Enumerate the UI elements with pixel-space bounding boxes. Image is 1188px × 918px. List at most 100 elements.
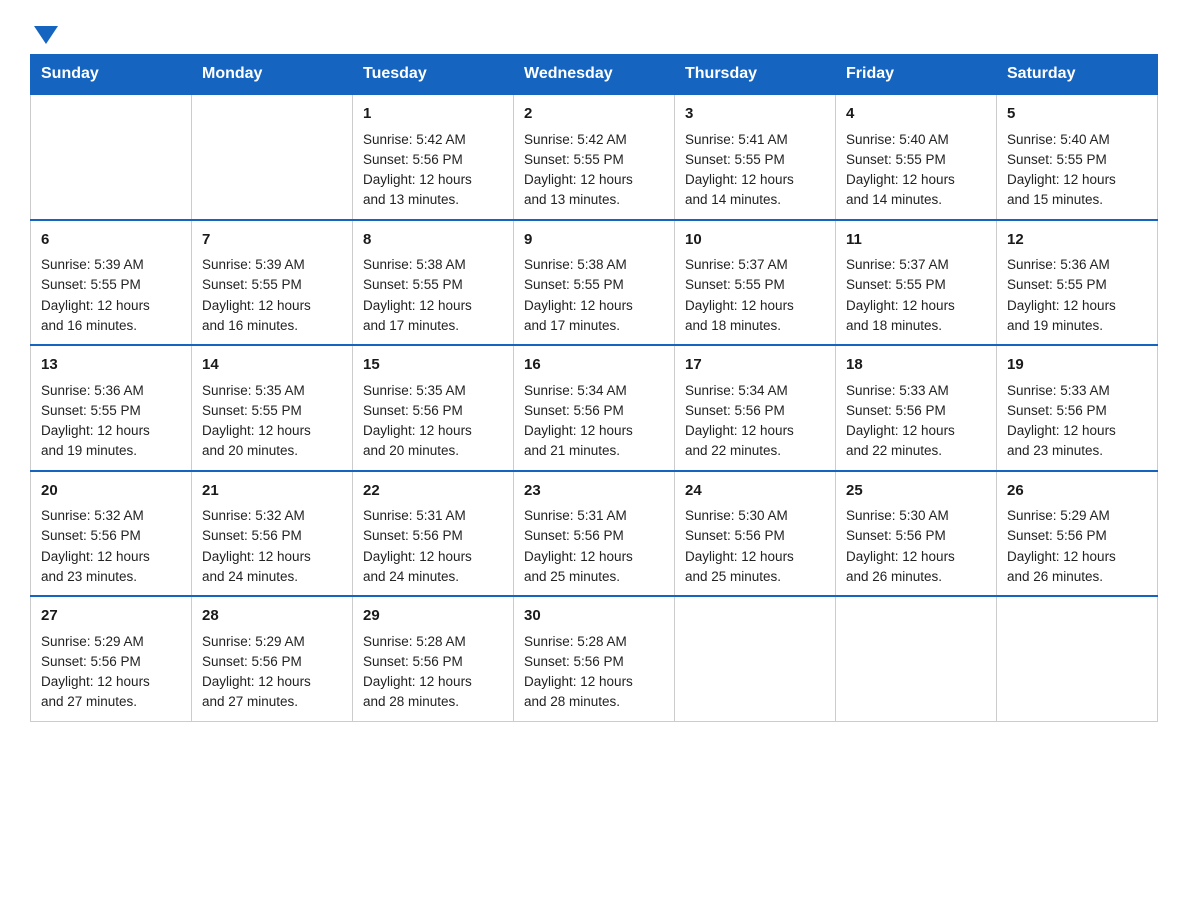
calendar-cell: 3 Sunrise: 5:41 AM Sunset: 5:55 PM Daylig… — [675, 94, 836, 220]
day-info: Sunrise: 5:34 AM Sunset: 5:56 PM Dayligh… — [524, 381, 664, 462]
logo — [30, 20, 58, 44]
page-header — [30, 20, 1158, 44]
day-info: Sunrise: 5:34 AM Sunset: 5:56 PM Dayligh… — [685, 381, 825, 462]
calendar-cell: 4 Sunrise: 5:40 AM Sunset: 5:55 PM Daylig… — [836, 94, 997, 220]
column-header-thursday: Thursday — [675, 55, 836, 95]
calendar-cell: 7 Sunrise: 5:39 AM Sunset: 5:55 PM Daylig… — [192, 220, 353, 346]
calendar-cell: 14 Sunrise: 5:35 AM Sunset: 5:55 PM Dayli… — [192, 345, 353, 471]
day-number: 1 — [363, 103, 503, 126]
day-number: 23 — [524, 480, 664, 503]
calendar-cell: 6Sunrise: 5:39 AM Sunset: 5:55 PM Daylig… — [31, 220, 192, 346]
calendar-cell — [836, 596, 997, 721]
day-number: 29 — [363, 605, 503, 628]
day-info: Sunrise: 5:31 AM Sunset: 5:56 PM Dayligh… — [363, 506, 503, 587]
day-number: 15 — [363, 354, 503, 377]
calendar-cell: 19 Sunrise: 5:33 AM Sunset: 5:56 PM Dayli… — [997, 345, 1158, 471]
day-info: Sunrise: 5:40 AM Sunset: 5:55 PM Dayligh… — [846, 130, 986, 211]
week-row-2: 6 Sunrise: 5:39 AM Sunset: 5:55 PM Daylig… — [31, 220, 1158, 346]
calendar-cell — [31, 94, 192, 220]
day-info: Sunrise: 5:39 AM Sunset: 5:55 PM Dayligh… — [202, 255, 342, 336]
day-info: Sunrise: 5:41 AM Sunset: 5:55 PM Dayligh… — [685, 130, 825, 211]
column-header-wednesday: Wednesday — [514, 55, 675, 95]
day-info: Sunrise: 5:35 AM Sunset: 5:56 PM Dayligh… — [363, 381, 503, 462]
day-info: Sunrise: 5:33 AM Sunset: 5:56 PM Dayligh… — [1007, 381, 1147, 462]
calendar-table: SundayMondayTuesdayWednesdayThursdayFrid… — [30, 54, 1158, 722]
day-number: 21 — [202, 480, 342, 503]
column-header-friday: Friday — [836, 55, 997, 95]
week-row-5: 27Sunrise: 5:29 AM Sunset: 5:56 PM Dayli… — [31, 596, 1158, 721]
column-header-sunday: Sunday — [31, 55, 192, 95]
calendar-cell: 24 Sunrise: 5:30 AM Sunset: 5:56 PM Dayli… — [675, 471, 836, 597]
day-number: 25 — [846, 480, 986, 503]
calendar-cell: 13 Sunrise: 5:36 AM Sunset: 5:55 PM Dayli… — [31, 345, 192, 471]
day-info: Sunrise: 5:31 AM Sunset: 5:56 PM Dayligh… — [524, 506, 664, 587]
day-info: Sunrise: 5:29 AM Sunset: 5:56 PM Dayligh… — [1007, 506, 1147, 587]
calendar-cell: 18 Sunrise: 5:33 AM Sunset: 5:56 PM Dayli… — [836, 345, 997, 471]
day-number: 11 — [846, 229, 986, 252]
day-info: Sunrise: 5:42 AM Sunset: 5:56 PM Dayligh… — [363, 130, 503, 211]
calendar-header-row: SundayMondayTuesdayWednesdayThursdayFrid… — [31, 55, 1158, 95]
day-number: 6 — [41, 229, 181, 252]
day-info: Sunrise: 5:28 AM Sunset: 5:56 PM Dayligh… — [524, 632, 664, 713]
day-info: Sunrise: 5:36 AM Sunset: 5:55 PM Dayligh… — [1007, 255, 1147, 336]
day-info: Sunrise: 5:32 AM Sunset: 5:56 PM Dayligh… — [41, 506, 181, 587]
day-number: 5 — [1007, 103, 1147, 126]
calendar-cell: 2 Sunrise: 5:42 AM Sunset: 5:55 PM Daylig… — [514, 94, 675, 220]
day-info: Sunrise: 5:35 AM Sunset: 5:55 PM Dayligh… — [202, 381, 342, 462]
calendar-cell: 30 Sunrise: 5:28 AM Sunset: 5:56 PM Dayli… — [514, 596, 675, 721]
column-header-monday: Monday — [192, 55, 353, 95]
day-number: 2 — [524, 103, 664, 126]
calendar-cell: 21Sunrise: 5:32 AM Sunset: 5:56 PM Dayli… — [192, 471, 353, 597]
day-number: 26 — [1007, 480, 1147, 503]
day-number: 20 — [41, 480, 181, 503]
day-number: 18 — [846, 354, 986, 377]
column-header-saturday: Saturday — [997, 55, 1158, 95]
calendar-cell: 5 Sunrise: 5:40 AM Sunset: 5:55 PM Daylig… — [997, 94, 1158, 220]
calendar-cell: 11 Sunrise: 5:37 AM Sunset: 5:55 PM Dayli… — [836, 220, 997, 346]
calendar-cell — [192, 94, 353, 220]
calendar-cell: 15 Sunrise: 5:35 AM Sunset: 5:56 PM Dayli… — [353, 345, 514, 471]
calendar-cell: 23 Sunrise: 5:31 AM Sunset: 5:56 PM Dayli… — [514, 471, 675, 597]
day-number: 16 — [524, 354, 664, 377]
calendar-cell — [997, 596, 1158, 721]
day-number: 28 — [202, 605, 342, 628]
day-number: 24 — [685, 480, 825, 503]
calendar-cell: 9Sunrise: 5:38 AM Sunset: 5:55 PM Daylig… — [514, 220, 675, 346]
calendar-cell: 12Sunrise: 5:36 AM Sunset: 5:55 PM Dayli… — [997, 220, 1158, 346]
day-number: 10 — [685, 229, 825, 252]
day-info: Sunrise: 5:38 AM Sunset: 5:55 PM Dayligh… — [363, 255, 503, 336]
calendar-cell: 29 Sunrise: 5:28 AM Sunset: 5:56 PM Dayli… — [353, 596, 514, 721]
calendar-cell: 10Sunrise: 5:37 AM Sunset: 5:55 PM Dayli… — [675, 220, 836, 346]
day-number: 7 — [202, 229, 342, 252]
day-info: Sunrise: 5:29 AM Sunset: 5:56 PM Dayligh… — [202, 632, 342, 713]
day-number: 14 — [202, 354, 342, 377]
day-info: Sunrise: 5:33 AM Sunset: 5:56 PM Dayligh… — [846, 381, 986, 462]
logo-arrow-icon — [34, 26, 58, 44]
week-row-1: 1 Sunrise: 5:42 AM Sunset: 5:56 PM Daylig… — [31, 94, 1158, 220]
day-info: Sunrise: 5:36 AM Sunset: 5:55 PM Dayligh… — [41, 381, 181, 462]
calendar-cell: 8 Sunrise: 5:38 AM Sunset: 5:55 PM Daylig… — [353, 220, 514, 346]
day-number: 3 — [685, 103, 825, 126]
week-row-4: 20 Sunrise: 5:32 AM Sunset: 5:56 PM Dayli… — [31, 471, 1158, 597]
day-number: 22 — [363, 480, 503, 503]
calendar-cell: 25 Sunrise: 5:30 AM Sunset: 5:56 PM Dayli… — [836, 471, 997, 597]
day-number: 4 — [846, 103, 986, 126]
day-info: Sunrise: 5:29 AM Sunset: 5:56 PM Dayligh… — [41, 632, 181, 713]
calendar-cell: 22 Sunrise: 5:31 AM Sunset: 5:56 PM Dayli… — [353, 471, 514, 597]
calendar-cell: 26 Sunrise: 5:29 AM Sunset: 5:56 PM Dayli… — [997, 471, 1158, 597]
day-number: 19 — [1007, 354, 1147, 377]
day-number: 30 — [524, 605, 664, 628]
day-info: Sunrise: 5:28 AM Sunset: 5:56 PM Dayligh… — [363, 632, 503, 713]
day-info: Sunrise: 5:42 AM Sunset: 5:55 PM Dayligh… — [524, 130, 664, 211]
day-number: 17 — [685, 354, 825, 377]
day-info: Sunrise: 5:30 AM Sunset: 5:56 PM Dayligh… — [685, 506, 825, 587]
day-info: Sunrise: 5:30 AM Sunset: 5:56 PM Dayligh… — [846, 506, 986, 587]
day-info: Sunrise: 5:37 AM Sunset: 5:55 PM Dayligh… — [846, 255, 986, 336]
day-number: 13 — [41, 354, 181, 377]
calendar-cell: 16 Sunrise: 5:34 AM Sunset: 5:56 PM Dayli… — [514, 345, 675, 471]
day-info: Sunrise: 5:40 AM Sunset: 5:55 PM Dayligh… — [1007, 130, 1147, 211]
day-number: 8 — [363, 229, 503, 252]
calendar-cell: 1 Sunrise: 5:42 AM Sunset: 5:56 PM Daylig… — [353, 94, 514, 220]
calendar-cell: 28 Sunrise: 5:29 AM Sunset: 5:56 PM Dayli… — [192, 596, 353, 721]
calendar-cell: 17 Sunrise: 5:34 AM Sunset: 5:56 PM Dayli… — [675, 345, 836, 471]
